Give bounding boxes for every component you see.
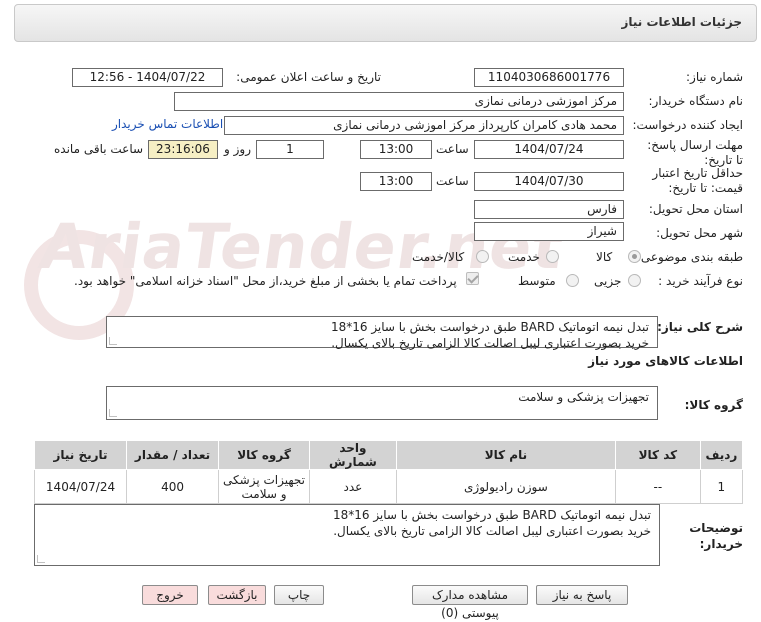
buyer-notes-label: توضیحات خریدار: bbox=[689, 521, 743, 551]
reply-date-field[interactable]: 1404/07/24 bbox=[474, 140, 624, 159]
payment-treasury-checkbox[interactable] bbox=[466, 272, 479, 285]
summary-line-2: خرید بصورت اعتباری لیبل اصالت کالا الزام… bbox=[331, 336, 649, 350]
watermark-text: AriaTender.net bbox=[34, 210, 569, 283]
reply-time-field[interactable]: 13:00 bbox=[360, 140, 432, 159]
days-field[interactable]: 1 bbox=[256, 140, 324, 159]
goods-group-value: تجهیزات پزشکی و سلامت bbox=[518, 390, 649, 404]
cell-unit: عدد bbox=[309, 469, 397, 504]
category-option-service: خدمت bbox=[508, 250, 540, 264]
category-option-both: کالا/خدمت bbox=[412, 250, 465, 264]
buyer-contact-link[interactable]: اطلاعات تماس خریدار bbox=[112, 117, 223, 131]
resize-handle-icon[interactable] bbox=[109, 409, 117, 417]
need-number-label: شماره نیاز: bbox=[686, 70, 743, 84]
process-option-medium: متوسط bbox=[518, 274, 556, 288]
col-unit: واحد شمارش bbox=[309, 440, 397, 470]
goods-group-label: گروه کالا: bbox=[684, 398, 743, 412]
validity-time-field[interactable]: 13:00 bbox=[360, 172, 432, 191]
resize-handle-icon[interactable] bbox=[37, 555, 45, 563]
goods-info-title: اطلاعات کالاهای مورد نیاز bbox=[588, 354, 743, 368]
col-group: گروه کالا bbox=[218, 440, 310, 470]
days-label: روز و bbox=[224, 142, 251, 156]
page-title: جزئیات اطلاعات نیاز bbox=[621, 15, 742, 29]
col-need-date: تاریخ نیاز bbox=[33, 440, 128, 470]
announce-datetime-field[interactable]: 1404/07/22 - 12:56 bbox=[72, 68, 223, 87]
remaining-time-field: 23:16:06 bbox=[148, 140, 218, 159]
col-item-code: کد کالا bbox=[614, 440, 701, 470]
view-attachments-button[interactable]: مشاهده مدارک پیوستی (0) bbox=[412, 585, 528, 620]
cell-group: تجهیزات پزشکی و سلامت bbox=[218, 469, 310, 504]
validity-date-field[interactable]: 1404/07/30 bbox=[474, 172, 624, 191]
city-label: شهر محل تحویل: bbox=[656, 226, 743, 240]
cell-item-code: -- bbox=[614, 469, 701, 504]
need-number-field[interactable]: 1104030686001776 bbox=[474, 68, 624, 87]
creator-field[interactable]: محمد هادی کامران کارپرداز مرکز اموزشی در… bbox=[224, 116, 624, 135]
buyer-notes-line-2: خرید بصورت اعتباری لیبل اصالت کالا الزام… bbox=[333, 524, 651, 538]
reply-time-label: ساعت bbox=[436, 142, 469, 156]
cell-need-date: 1404/07/24 bbox=[33, 469, 128, 504]
validity-label: حداقل تاریخ اعتبار قیمت: تا تاریخ: bbox=[652, 166, 743, 195]
summary-label: شرح کلی نیاز: bbox=[657, 320, 743, 334]
cell-row-number: 1 bbox=[699, 469, 744, 504]
col-quantity: تعداد / مقدار bbox=[126, 440, 220, 470]
category-radio-both[interactable] bbox=[476, 250, 489, 263]
reply-deadline-label: مهلت ارسال پاسخ: تا تاریخ: bbox=[647, 138, 743, 167]
process-label: نوع فرآیند خرید : bbox=[658, 274, 743, 288]
goods-group-textarea[interactable]: تجهیزات پزشکی و سلامت bbox=[106, 386, 658, 420]
header-panel: جزئیات اطلاعات نیاز bbox=[14, 4, 757, 42]
exit-button[interactable]: خروج bbox=[142, 585, 198, 605]
cell-quantity: 400 bbox=[126, 469, 220, 504]
buyer-org-label: نام دستگاه خریدار: bbox=[648, 94, 744, 108]
province-label: استان محل تحویل: bbox=[648, 202, 743, 216]
summary-line-1: تبدل نیمه اتوماتیک BARD طبق درخواست بخش … bbox=[330, 320, 649, 334]
buyer-org-field[interactable]: مرکز اموزشی درمانی نمازی bbox=[174, 92, 624, 111]
buyer-notes-textarea[interactable]: تبدل نیمه اتوماتیک BARD طبق درخواست بخش … bbox=[34, 504, 660, 566]
col-item-name: نام کالا bbox=[395, 440, 616, 470]
category-radio-goods[interactable] bbox=[628, 250, 641, 263]
table-header-row: ردیف کد کالا نام کالا واحد شمارش گروه کا… bbox=[33, 440, 744, 470]
process-radio-medium[interactable] bbox=[566, 274, 579, 287]
creator-label: ایجاد کننده درخواست: bbox=[632, 118, 743, 132]
buyer-notes-line-1: تبدل نیمه اتوماتیک BARD طبق درخواست بخش … bbox=[332, 508, 651, 522]
remaining-label: ساعت باقی مانده bbox=[54, 142, 144, 156]
city-field[interactable]: شیراز bbox=[474, 222, 624, 241]
reply-button[interactable]: پاسخ به نیاز bbox=[536, 585, 628, 605]
category-radio-service[interactable] bbox=[546, 250, 559, 263]
resize-handle-icon[interactable] bbox=[109, 337, 117, 345]
summary-textarea[interactable]: تبدل نیمه اتوماتیک BARD طبق درخواست بخش … bbox=[106, 316, 658, 350]
goods-table: ردیف کد کالا نام کالا واحد شمارش گروه کا… bbox=[33, 440, 744, 504]
table-row[interactable]: 1 -- سوزن رادیولوژی عدد تجهیزات پزشکی و … bbox=[33, 469, 744, 504]
announce-label: تاریخ و ساعت اعلان عمومی: bbox=[236, 70, 381, 84]
province-field[interactable]: فارس bbox=[474, 200, 624, 219]
cell-item-name: سوزن رادیولوژی bbox=[395, 469, 616, 504]
validity-time-label: ساعت bbox=[436, 174, 469, 188]
process-option-minor: جزیی bbox=[594, 274, 622, 288]
category-label: طبقه بندی موضوعی: bbox=[636, 250, 743, 264]
payment-note: پرداخت تمام یا بخشی از مبلغ خرید،از محل … bbox=[74, 274, 457, 288]
back-button[interactable]: بازگشت bbox=[208, 585, 266, 605]
print-button[interactable]: چاپ bbox=[274, 585, 324, 605]
category-option-goods: کالا bbox=[596, 250, 613, 264]
process-radio-minor[interactable] bbox=[628, 274, 641, 287]
col-row-number: ردیف bbox=[699, 440, 744, 470]
